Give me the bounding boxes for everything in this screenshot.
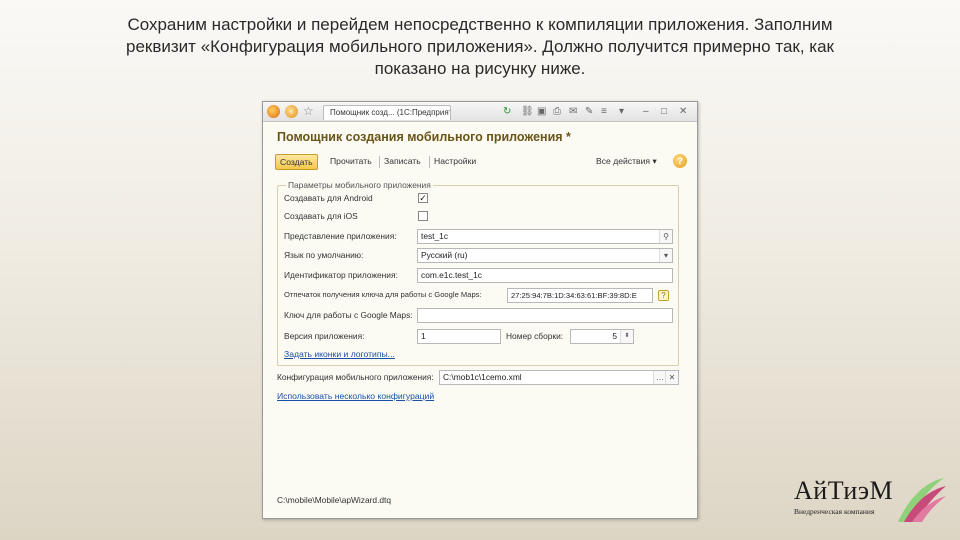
config-row: Конфигурация мобильного приложения: C:\m… (277, 370, 679, 385)
app-name-label: Представление приложения: (284, 231, 397, 241)
close-icon[interactable]: ✕ (679, 106, 687, 118)
ios-label: Создавать для iOS (284, 211, 358, 221)
toolbar-separator (429, 156, 430, 168)
app-logo-icon[interactable] (267, 105, 280, 118)
maps-key-label: Ключ для работы с Google Maps: (284, 310, 413, 320)
build-label: Номер сборки: (506, 331, 564, 341)
brand-subtitle: Внедренческая компания (794, 507, 875, 516)
read-button[interactable]: Прочитать (327, 154, 375, 170)
app-id-field[interactable]: com.e1c.test_1c (417, 268, 673, 283)
edit-icon[interactable]: ✎ (585, 106, 593, 118)
save-icon[interactable]: ▣ (537, 106, 546, 118)
command-bar: Создать Прочитать Записать Настройки Все… (275, 154, 689, 170)
fingerprint-row: Отпечаток получения ключа для работы с G… (284, 288, 674, 303)
app-name-value: test_1c (421, 231, 449, 241)
brand-name: АйТиэМ (794, 476, 894, 505)
app-name-field[interactable]: test_1c ⚲ (417, 229, 673, 244)
mobile-app-params-group: Параметры мобильного приложения Создават… (277, 180, 679, 366)
lang-label: Язык по умолчанию: (284, 250, 364, 260)
chevron-down-icon: ▾ (652, 156, 657, 166)
lang-value: Русский (ru) (421, 250, 468, 260)
maximize-icon[interactable]: □ (661, 106, 667, 118)
file-path: C:\mobile\Mobile\apWizard.dtq (277, 495, 392, 505)
all-actions-label: Все действия (596, 156, 651, 166)
form-heading: Помощник создания мобильного приложения … (277, 130, 571, 144)
multi-config-link[interactable]: Использовать несколько конфигураций (277, 391, 434, 401)
minimize-icon[interactable]: – (643, 106, 649, 118)
search-icon[interactable]: ⚲ (659, 230, 672, 243)
favorite-star-icon[interactable]: ☆ (303, 104, 314, 118)
group-title: Параметры мобильного приложения (286, 180, 433, 190)
version-label: Версия приложения: (284, 331, 365, 341)
brand-mark-icon (898, 478, 946, 522)
caption-line-2: реквизит «Конфигурация мобильного прилож… (126, 37, 834, 56)
build-value: 5 (612, 331, 617, 341)
toolbar-separator (379, 156, 380, 168)
refresh-icon[interactable]: ↻ (503, 106, 511, 118)
lang-row: Язык по умолчанию: Русский (ru) ▾ (284, 248, 674, 263)
menu-icon[interactable]: ≡ (601, 106, 607, 118)
android-row: Создавать для Android ✓ (284, 191, 674, 205)
config-value: C:\mob1c\1cemo.xml (443, 372, 522, 382)
back-icon[interactable]: ‹ (285, 105, 298, 118)
chevron-down-icon[interactable]: ▾ (659, 249, 672, 262)
create-button[interactable]: Создать (275, 154, 318, 170)
stepper-icon[interactable]: ⬍ (620, 330, 633, 343)
version-row: Версия приложения: 1 Номер сборки: 5 ⬍ (284, 329, 674, 344)
mail-icon[interactable]: ✉ (569, 106, 577, 118)
window-menu-icon[interactable]: ▾ (619, 106, 624, 118)
android-checkbox[interactable]: ✓ (418, 193, 428, 203)
config-field[interactable]: C:\mob1c\1cemo.xml … ✕ (439, 370, 679, 385)
app-id-row: Идентификатор приложения: com.e1c.test_1… (284, 268, 674, 283)
question-icon[interactable]: ? (658, 290, 669, 301)
window-tab[interactable]: Помощник созд... (1С:Предприятие) (323, 105, 451, 120)
help-icon[interactable]: ? (673, 154, 687, 168)
maps-key-row: Ключ для работы с Google Maps: (284, 308, 674, 323)
app-window: ‹ ☆ Помощник созд... (1С:Предприятие) ↻ … (262, 101, 698, 519)
write-button[interactable]: Записать (381, 154, 424, 170)
lang-select[interactable]: Русский (ru) ▾ (417, 248, 673, 263)
app-name-row: Представление приложения: test_1c ⚲ (284, 229, 674, 244)
android-label: Создавать для Android (284, 193, 373, 203)
ios-row: Создавать для iOS (284, 209, 674, 223)
clear-icon[interactable]: ✕ (665, 371, 678, 384)
maps-key-field[interactable] (417, 308, 673, 323)
caption-line-3: показано на рисунку ниже. (374, 59, 586, 78)
link-icon[interactable]: ⛓ (521, 106, 534, 118)
print-icon[interactable]: ⎙ (553, 106, 561, 118)
fingerprint-label: Отпечаток получения ключа для работы с G… (284, 290, 482, 299)
config-label: Конфигурация мобильного приложения: (277, 372, 434, 382)
fingerprint-field[interactable]: 27:25:94:7B:1D:34:63:61:BF:39:8D:E (507, 288, 653, 303)
caption-line-1: Сохраним настройки и перейдем непосредст… (127, 15, 833, 34)
window-titlebar: ‹ ☆ Помощник созд... (1С:Предприятие) ↻ … (263, 102, 697, 122)
ios-checkbox[interactable] (418, 211, 428, 221)
icons-logos-link[interactable]: Задать иконки и логотипы... (284, 349, 395, 359)
all-actions-button[interactable]: Все действия ▾ (593, 154, 660, 170)
slide-caption: Сохраним настройки и перейдем непосредст… (40, 14, 920, 80)
version-field[interactable]: 1 (417, 329, 501, 344)
build-field[interactable]: 5 ⬍ (570, 329, 634, 344)
settings-button[interactable]: Настройки (431, 154, 479, 170)
app-id-label: Идентификатор приложения: (284, 270, 398, 280)
brand-logo: АйТиэМ Внедренческая компания (790, 470, 960, 540)
